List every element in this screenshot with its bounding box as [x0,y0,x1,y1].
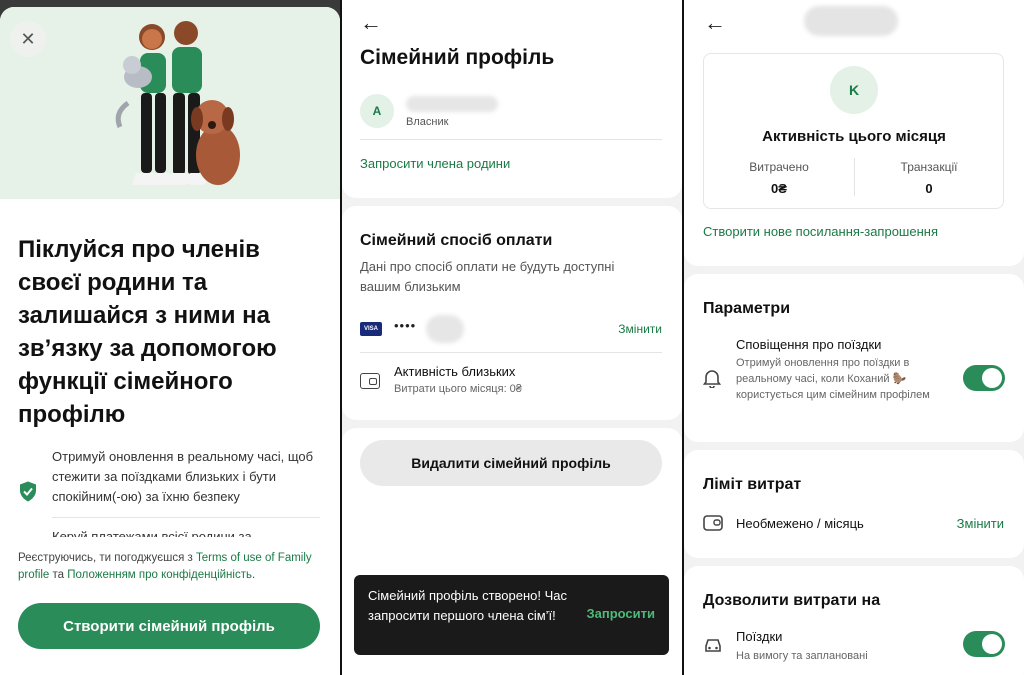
terms-mid: та [49,569,68,581]
bell-icon [703,370,721,388]
member-activity-card: ← K Активність цього місяця Витрачено 0₴… [684,0,1024,266]
transactions-value: 0 [925,181,933,196]
activity-title[interactable]: Активність близьких [394,364,515,379]
delete-family-profile-button[interactable]: Видалити сімейний профіль [360,440,662,486]
rides-subtitle: На вимогу та заплановані [736,650,868,662]
onboarding-screen: ✕ Піклуйся про членів своєї родини та за… [0,0,340,675]
spent-label: Витрачено [749,160,809,174]
invite-member-link[interactable]: Запросити члена родини [360,156,510,171]
feature-realtime: Отримуй оновлення в реальному часі, щоб … [18,447,320,518]
profile-card: ← Сімейний профіль A Власник Запросити ч… [342,0,682,198]
toast-invite-button[interactable]: Запросити [586,606,655,621]
hero-banner: ✕ [0,7,340,199]
ride-notifications-desc: Отримуй оновлення про поїздки в реальном… [736,357,930,401]
new-invite-link[interactable]: Створити нове посилання-запрошення [703,224,938,239]
divider [360,139,662,140]
payment-description: Дані про спосіб оплати не будуть доступн… [360,259,615,294]
visa-card-icon: VISA [360,322,382,336]
terms-prefix: Реєструючись, ти погоджуєшся з [18,552,196,564]
parameters-card: Параметри Сповіщення про поїздки Отримуй… [684,274,1024,442]
family-profile-screen: ← Сімейний профіль A Власник Запросити ч… [342,0,682,675]
member-name-blurred [804,6,898,36]
page-title: Сімейний профіль [360,46,555,69]
spent-stat: Витрачено 0₴ [704,160,854,196]
transactions-label: Транзакції [900,160,958,174]
owner-role: Власник [406,116,449,128]
member-profile-screen: ← K Активність цього місяця Витрачено 0₴… [684,0,1024,675]
screenshot-collage: ✕ Піклуйся про членів своєї родини та за… [0,0,1024,675]
ride-notifications-title: Сповіщення про поїздки [736,337,882,352]
onboarding-sheet: ✕ Піклуйся про членів своєї родини та за… [0,7,340,675]
spending-limit-title: Ліміт витрат [703,476,802,493]
shield-check-icon [20,481,36,502]
transactions-stat: Транзакції 0 [854,160,1004,196]
privacy-link[interactable]: Положенням про конфіденційність [67,569,252,581]
back-arrow-icon[interactable]: ← [704,10,726,36]
spending-limit-card: Ліміт витрат Необмежено / місяць Змінити [684,450,1024,558]
payment-title: Сімейний спосіб оплати [360,232,553,249]
activity-title: Активність цього місяця [762,128,946,145]
payment-card: Сімейний спосіб оплати Дані про спосіб о… [342,206,682,420]
rides-toggle[interactable] [963,631,1005,657]
rides-icon [705,639,721,652]
create-family-profile-button[interactable]: Створити сімейний профіль [18,603,320,649]
activity-box: K Активність цього місяця Витрачено 0₴ Т… [703,53,1004,209]
onboarding-headline: Піклуйся про членів своєї родини та зали… [18,236,277,428]
toast-message: Сімейний профіль створено! Час запросити… [368,588,568,623]
owner-name-blurred [406,96,498,112]
rides-title: Поїздки [736,629,783,644]
change-payment-link[interactable]: Змінити [618,322,662,336]
ride-notifications-toggle[interactable] [963,365,1005,391]
avatar: A [360,94,394,128]
wallet-icon [703,515,723,531]
divider [360,352,662,353]
parameters-title: Параметри [703,300,791,317]
feature-realtime-text: Отримуй оновлення в реальному часі, щоб … [52,447,320,518]
terms-suffix: . [251,569,256,581]
spending-limit-value: Необмежено / місяць [736,516,864,531]
allow-spending-title: Дозволити витрати на [703,592,881,609]
terms-text: Реєструючись, ти погоджуєшся з Terms of … [18,550,318,584]
toast-notification: Сімейний профіль створено! Час запросити… [354,575,669,655]
allow-spending-card: Дозволити витрати на Поїздки На вимогу т… [684,566,1024,675]
avatar: K [830,66,878,114]
activity-subtitle: Витрати цього місяця: 0₴ [394,383,522,395]
onboarding-footer: Реєструючись, ти погоджуєшся з Terms of … [0,537,340,675]
family-illustration [115,21,240,185]
wallet-icon [360,373,380,389]
back-arrow-icon[interactable]: ← [360,10,382,36]
spent-value: 0₴ [771,181,787,196]
change-limit-link[interactable]: Змінити [957,516,1004,531]
close-icon[interactable]: ✕ [10,21,46,57]
card-number-masked: •••• [394,318,417,333]
card-digits-blurred [426,315,464,343]
